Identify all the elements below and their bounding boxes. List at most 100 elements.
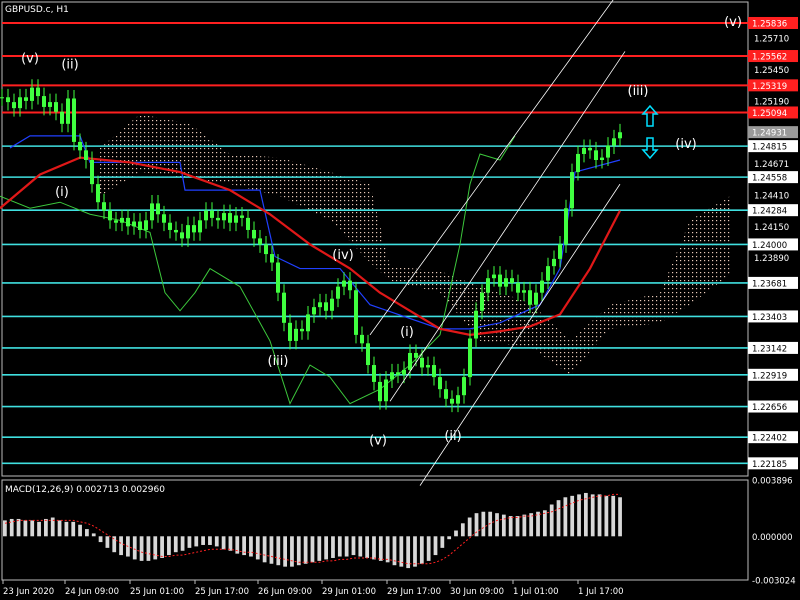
macd-bar: [460, 523, 465, 537]
price-tick-label: 1.24671: [754, 160, 789, 170]
candle-body: [186, 225, 190, 239]
macd-bar: [160, 536, 164, 558]
candle-body: [126, 217, 130, 227]
candle-body: [276, 262, 280, 293]
macd-bar: [283, 536, 288, 567]
candle-body: [42, 96, 46, 107]
candle-body: [594, 150, 598, 160]
macd-bar: [91, 533, 96, 537]
macd-bar: [522, 514, 527, 537]
candle-body: [600, 157, 604, 160]
candle-body: [6, 97, 10, 103]
candle-body: [282, 292, 286, 323]
candle-body: [426, 365, 430, 368]
candle-body: [114, 220, 118, 223]
candle-body: [360, 334, 364, 344]
price-chart[interactable]: (v) (ii) (i) (iii) (iv) (v) (i) (ii) (iii) (iv) (v…: [0, 0, 800, 600]
macd-bar: [57, 520, 62, 537]
candle-body: [258, 238, 262, 245]
current-price-label: 1.24931: [752, 129, 787, 139]
candle-body: [540, 280, 544, 293]
candle-body: [618, 132, 622, 139]
price-tag-label: 1.23403: [752, 313, 787, 323]
price-tag-label: 1.25319: [752, 82, 787, 92]
price-tag-label: 1.22656: [752, 403, 787, 413]
macd-bar: [447, 536, 452, 540]
macd-bar: [542, 510, 547, 537]
candle-body: [348, 280, 352, 291]
macd-bar: [317, 536, 322, 561]
time-tick-label: 1 Jul 17:00: [578, 587, 624, 597]
price-tick-label: 1.25710: [754, 35, 789, 45]
macd-bar: [249, 536, 253, 557]
macd-bar: [495, 513, 499, 537]
price-tick-label: 1.25190: [754, 97, 789, 107]
macd-bar: [365, 536, 370, 558]
macd-bar: [255, 536, 260, 560]
candle-body: [498, 274, 502, 287]
candle-body: [390, 372, 394, 380]
macd-bar: [30, 520, 35, 537]
candle-body: [156, 203, 160, 215]
price-tag-label: 1.25836: [752, 19, 787, 29]
macd-bar: [64, 521, 69, 537]
time-tick-label: 23 Jun 2020: [3, 587, 54, 597]
candle-body: [408, 352, 412, 370]
symbol-label: GBPUSD.c, H1: [5, 5, 69, 15]
price-tick-label: 1.24150: [754, 223, 789, 233]
candle-body: [300, 328, 304, 332]
macd-bar: [604, 495, 609, 537]
candle-body: [210, 210, 214, 218]
candle-body: [18, 97, 22, 109]
macd-bar: [611, 495, 616, 537]
macd-bar: [139, 536, 144, 561]
candle-body: [330, 298, 334, 311]
price-tick-label: 1.24410: [754, 191, 789, 201]
macd-bar: [590, 494, 595, 537]
price-tag-label: 1.22919: [752, 371, 787, 381]
candle-body: [384, 379, 388, 402]
candle-body: [294, 328, 298, 341]
price-tag-label: 1.23142: [752, 344, 787, 354]
candle-body: [378, 381, 382, 402]
macd-bar: [105, 536, 110, 548]
wave-label: (iii): [628, 84, 649, 99]
macd-bar: [132, 536, 137, 560]
macd-bar: [296, 536, 301, 566]
macd-bar: [454, 530, 458, 537]
macd-tick-label: 0.003896: [752, 477, 793, 487]
macd-bar: [276, 536, 281, 566]
candle-body: [252, 229, 256, 239]
candle-body: [516, 283, 520, 293]
candle-body: [216, 217, 220, 221]
macd-bar: [372, 536, 376, 560]
candle-body: [546, 266, 550, 281]
candle-body: [246, 217, 250, 230]
candle-body: [36, 87, 40, 97]
candle-body: [234, 215, 238, 223]
macd-bar: [481, 511, 486, 537]
candle-body: [192, 225, 196, 233]
wave-label: (iv): [675, 137, 696, 152]
candle-body: [504, 278, 508, 287]
time-tick-label: 30 Jun 09:00: [450, 587, 504, 597]
macd-bar: [119, 536, 123, 556]
macd-bar: [467, 517, 472, 537]
candle-body: [174, 229, 178, 233]
macd-tick-label: 0.000000: [752, 533, 793, 543]
time-tick-label: 26 Jun 09:00: [258, 587, 312, 597]
macd-bar: [37, 521, 41, 537]
macd-bar: [201, 536, 205, 545]
macd-bar: [44, 518, 48, 537]
macd-bar: [426, 536, 431, 561]
macd-bar: [194, 536, 199, 547]
macd-bar: [173, 536, 178, 553]
candle-body: [312, 307, 316, 315]
price-tag-label: 1.24000: [752, 241, 787, 251]
macd-bar: [433, 536, 438, 556]
candle-body: [120, 217, 124, 223]
candle-body: [564, 208, 568, 245]
candle-body: [480, 292, 484, 311]
macd-bar: [23, 520, 28, 537]
macd-bar: [440, 536, 445, 548]
